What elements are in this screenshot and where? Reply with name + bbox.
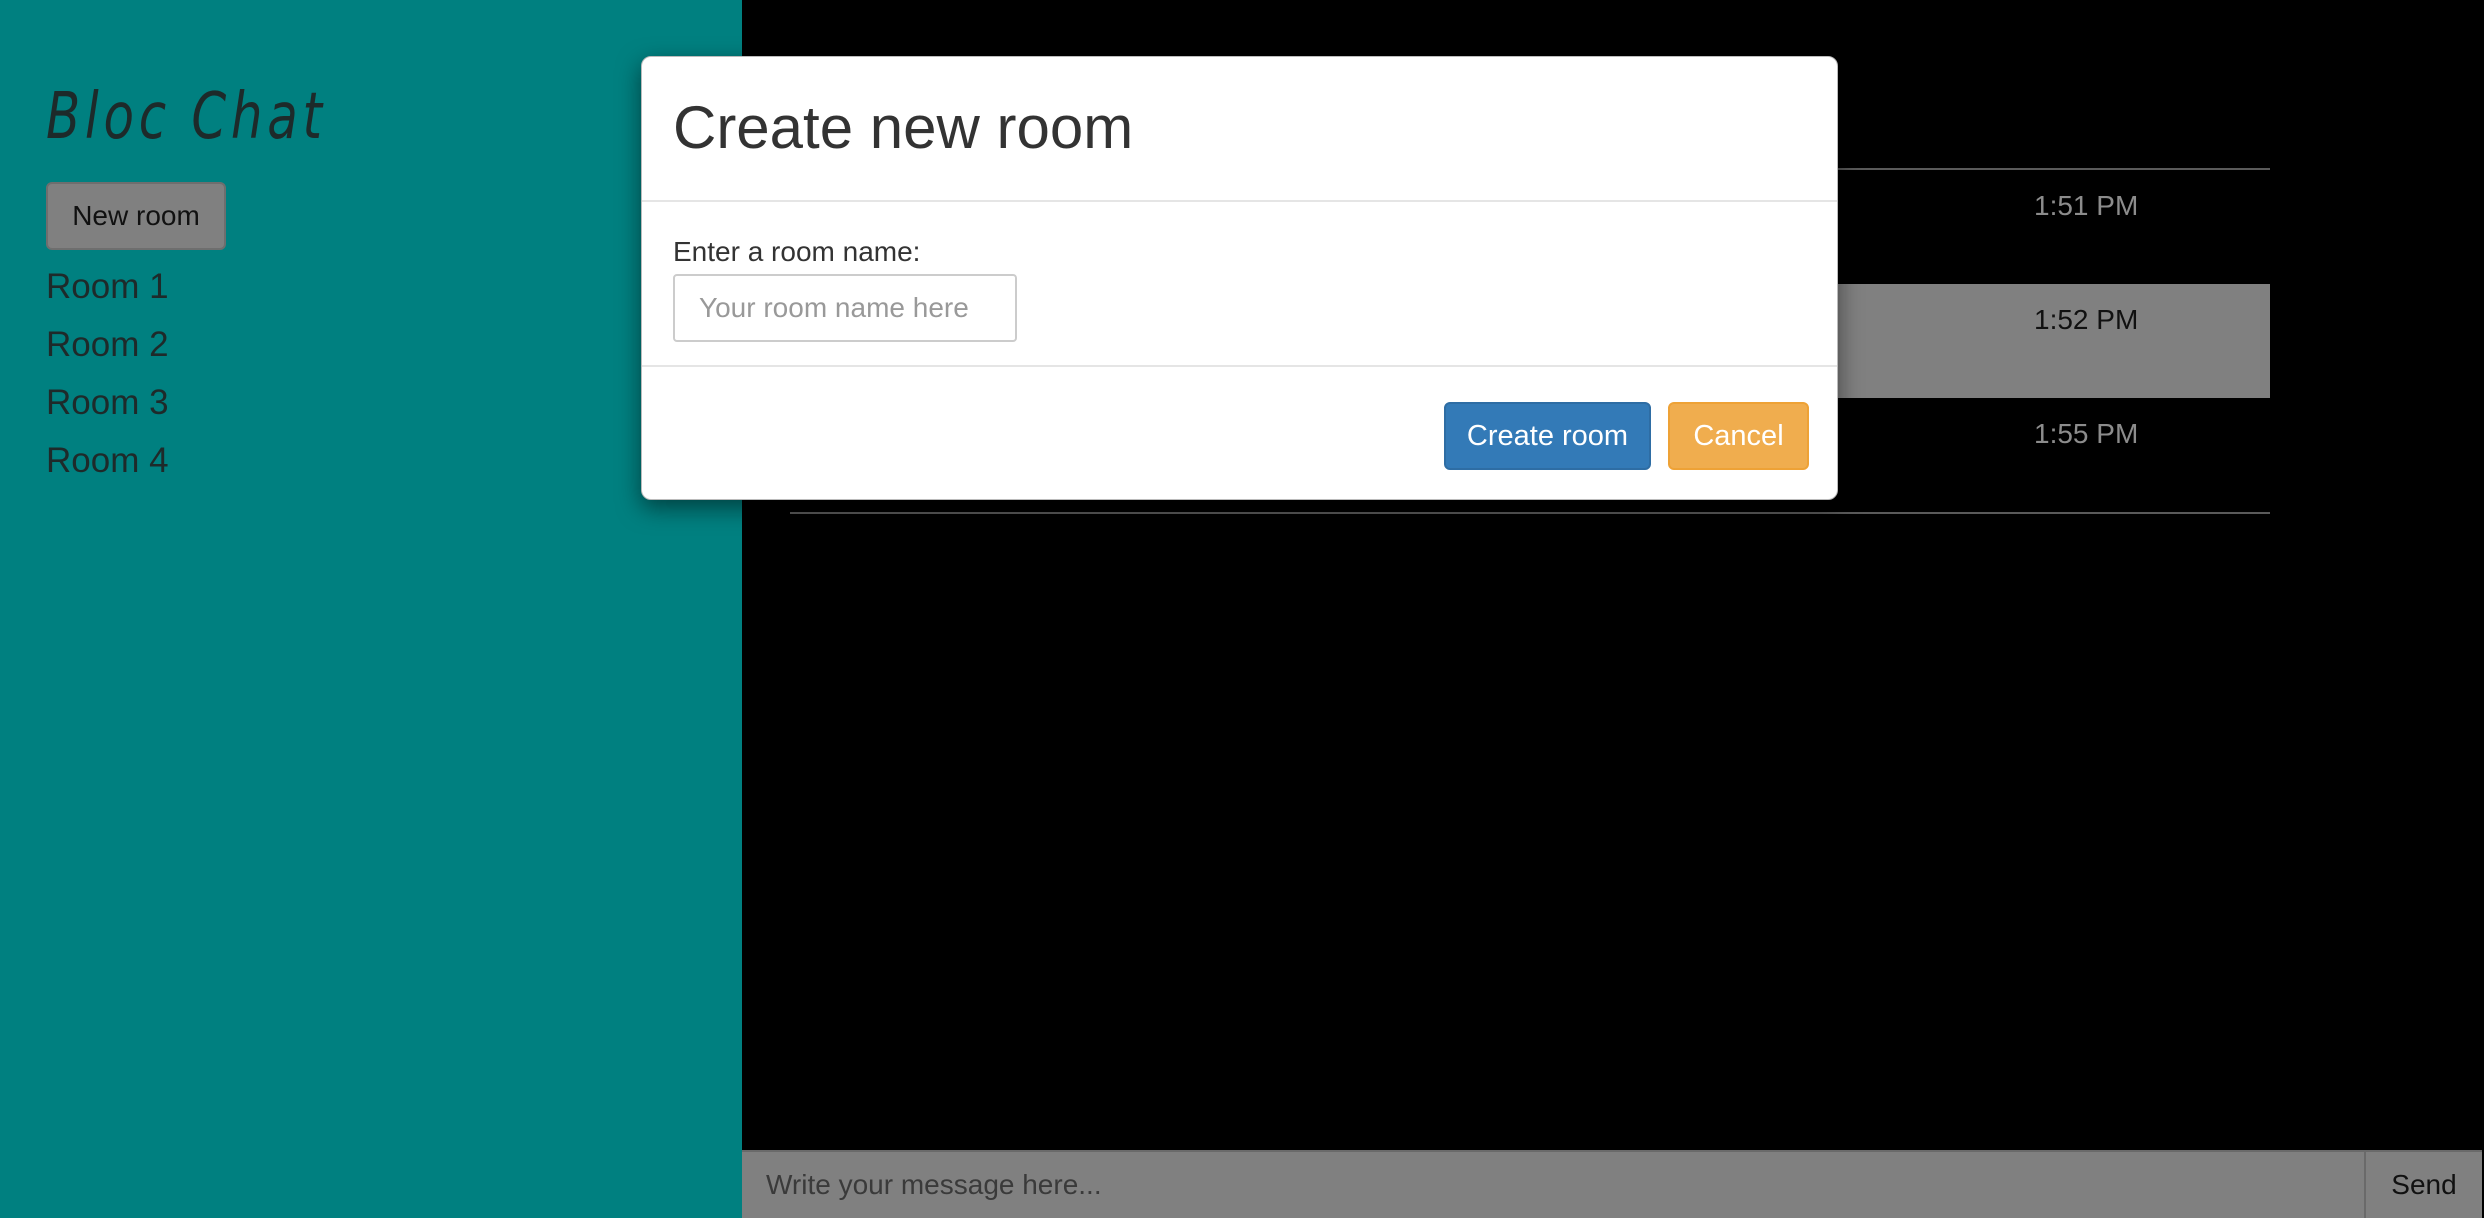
room-item-2[interactable]: Room 2 [46,320,169,378]
app-title: Bloc Chat [46,80,327,154]
message-time: 1:52 PM [2034,304,2139,335]
message-input[interactable] [742,1152,2364,1218]
create-room-modal: Create new room Enter a room name: Creat… [641,56,1838,500]
cancel-button[interactable]: Cancel [1668,402,1809,470]
modal-title: Create new room [673,94,1134,161]
list-divider [790,512,2270,514]
room-item-1[interactable]: Room 1 [46,262,169,320]
create-room-button[interactable]: Create room [1444,402,1651,470]
room-list: Room 1 Room 2 Room 3 Room 4 [46,262,169,494]
send-button[interactable]: Send [2364,1152,2482,1218]
message-composer: Send [742,1150,2482,1218]
room-item-4[interactable]: Room 4 [46,436,169,494]
room-name-label: Enter a room name: [673,236,921,267]
modal-header: Create new room [642,57,1837,202]
sidebar: Bloc Chat New room Room 1 Room 2 Room 3 … [0,0,742,1218]
modal-body: Enter a room name: [642,202,1837,367]
room-name-input[interactable] [673,274,1017,342]
new-room-button[interactable]: New room [46,182,226,250]
room-item-3[interactable]: Room 3 [46,378,169,436]
message-time: 1:55 PM [2034,418,2139,449]
message-time: 1:51 PM [2034,190,2139,221]
